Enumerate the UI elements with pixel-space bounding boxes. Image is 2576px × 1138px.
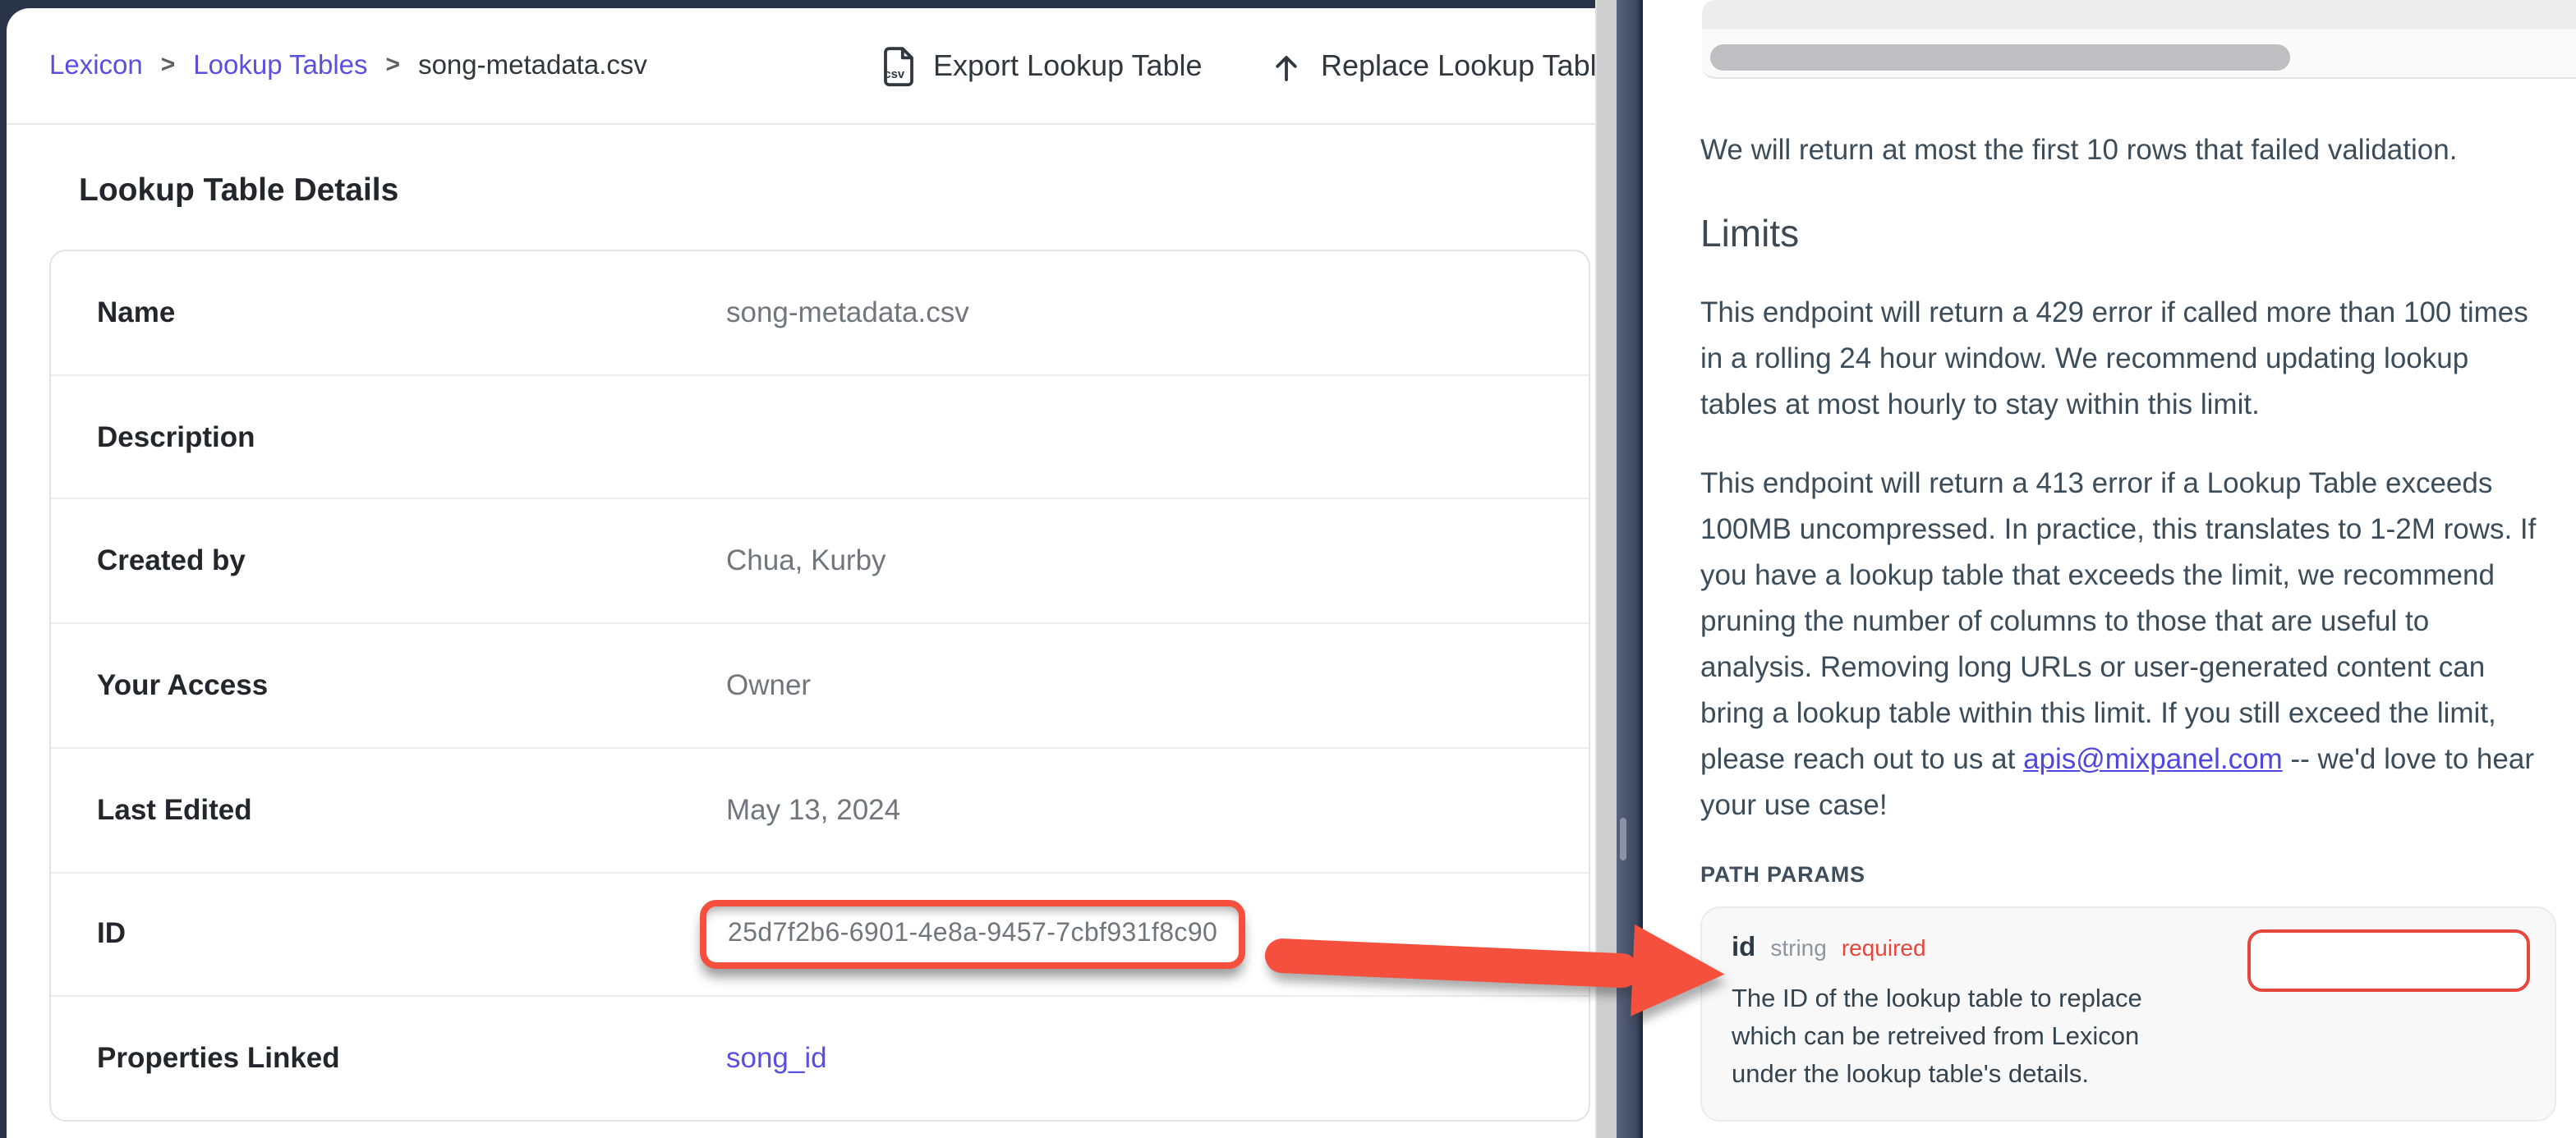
up-arrow-icon xyxy=(1270,50,1303,83)
row-label: Your Access xyxy=(51,668,726,703)
details-table: Name song-metadata.csv Description Creat… xyxy=(49,250,1590,1122)
limits-heading: Limits xyxy=(1700,212,2542,256)
param-type: string xyxy=(1770,934,1826,961)
window-divider xyxy=(1617,0,1643,1138)
row-label: Created by xyxy=(51,544,726,579)
breadcrumb: Lexicon > Lookup Tables > song-metadata.… xyxy=(49,50,647,81)
limits-paragraph-1: This endpoint will return a 429 error if… xyxy=(1700,289,2542,427)
row-label: Description xyxy=(51,420,726,454)
param-name: id xyxy=(1732,933,1755,964)
id-highlight-annotation: 25d7f2b6-6901-4e8a-9457-7cbf931f8c90 xyxy=(700,900,1245,969)
lookup-table-details-panel: Lexicon > Lookup Tables > song-metadata.… xyxy=(7,8,1595,1138)
screenshot-root: Lexicon > Lookup Tables > song-metadata.… xyxy=(0,0,2576,1138)
row-value: song-metadata.csv xyxy=(726,296,969,330)
breadcrumb-lookup-tables[interactable]: Lookup Tables xyxy=(193,50,367,81)
docs-intro-text: We will return at most the first 10 rows… xyxy=(1700,126,2542,172)
mixpanel-apis-email-link[interactable]: apis@mixpanel.com xyxy=(2023,742,2283,775)
chevron-right-icon: > xyxy=(161,50,176,78)
docs-content: We will return at most the first 10 rows… xyxy=(1700,79,2542,1122)
table-row-id: ID 25d7f2b6-6901-4e8a-9457-7cbf931f8c90 xyxy=(51,871,1589,995)
table-row-description: Description xyxy=(51,374,1589,498)
replace-button-label: Replace Lookup Tabl xyxy=(1321,49,1595,84)
lookup-table-id-value: 25d7f2b6-6901-4e8a-9457-7cbf931f8c90 xyxy=(728,920,1217,948)
row-label: Properties Linked xyxy=(51,1041,726,1076)
table-row-your-access: Your Access Owner xyxy=(51,622,1589,746)
replace-lookup-table-button[interactable]: Replace Lookup Tabl xyxy=(1270,8,1595,125)
divider-scrollbar-thumb[interactable] xyxy=(1620,818,1626,860)
export-lookup-table-button[interactable]: csv Export Lookup Table xyxy=(881,8,1203,125)
id-param-card: id string required The ID of the lookup … xyxy=(1700,906,2556,1122)
limits-paragraph-2: This endpoint will return a 413 error if… xyxy=(1700,460,2542,828)
row-value: May 13, 2024 xyxy=(726,792,900,827)
docs-horizontal-scrollbar-thumb[interactable] xyxy=(1710,44,2290,71)
limits-paragraph-2-text: This endpoint will return a 413 error if… xyxy=(1700,466,2536,775)
export-button-label: Export Lookup Table xyxy=(933,49,1203,84)
svg-text:csv: csv xyxy=(884,68,904,81)
table-row-name: Name song-metadata.csv xyxy=(51,251,1589,374)
row-value: Owner xyxy=(726,668,811,703)
row-label: ID xyxy=(51,917,726,952)
row-label: Last Edited xyxy=(51,792,726,827)
left-panel-header: Lexicon > Lookup Tables > song-metadata.… xyxy=(7,8,1595,125)
param-required-badge: required xyxy=(1842,934,1926,961)
path-params-section-label: PATH PARAMS xyxy=(1700,862,2542,887)
row-value: Chua, Kurby xyxy=(726,544,886,579)
table-row-properties-linked: Properties Linked song_id xyxy=(51,996,1589,1120)
row-label: Name xyxy=(51,296,726,330)
page-title: Lookup Table Details xyxy=(79,172,398,210)
id-param-input[interactable] xyxy=(2247,929,2530,992)
breadcrumb-lexicon[interactable]: Lexicon xyxy=(49,50,143,81)
left-panel-scrollbar-track[interactable] xyxy=(1595,0,1617,1138)
api-docs-panel: We will return at most the first 10 rows… xyxy=(1643,0,2576,1138)
table-row-created-by: Created by Chua, Kurby xyxy=(51,498,1589,622)
breadcrumb-current-file: song-metadata.csv xyxy=(418,50,647,81)
csv-file-icon: csv xyxy=(881,46,915,87)
linked-property-link[interactable]: song_id xyxy=(726,1041,827,1076)
docs-horizontal-scrollbar-track[interactable] xyxy=(1702,0,2576,79)
param-description: The ID of the lookup table to replace wh… xyxy=(1732,980,2211,1094)
chevron-right-icon: > xyxy=(386,50,401,78)
table-row-last-edited: Last Edited May 13, 2024 xyxy=(51,747,1589,871)
